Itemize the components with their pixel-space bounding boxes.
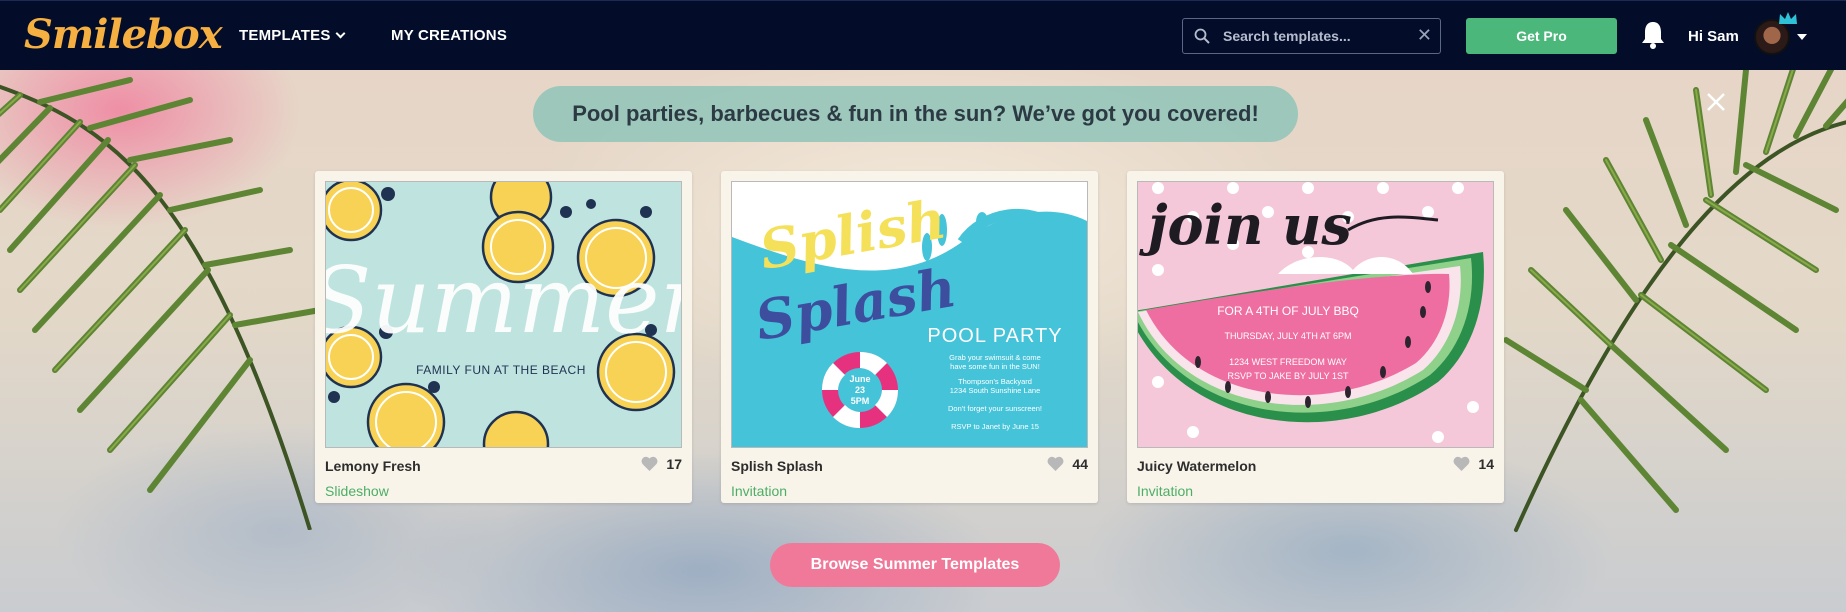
summer-hero: Pool parties, barbecues & fun in the sun…: [0, 70, 1846, 612]
template-thumbnail[interactable]: Summer FAMILY FUN AT THE BEACH: [325, 181, 682, 448]
get-pro-button[interactable]: Get Pro: [1466, 18, 1617, 54]
artwork-text: Grab your swimsuit & come: [949, 353, 1041, 362]
artwork-text: June: [849, 374, 870, 384]
bell-icon[interactable]: [1640, 20, 1666, 50]
artwork-text: have some fun in the SUN!: [950, 362, 1040, 371]
templates-menu[interactable]: TEMPLATES: [239, 27, 345, 44]
template-type: Invitation: [1137, 483, 1194, 499]
close-icon[interactable]: [1704, 90, 1728, 114]
template-card[interactable]: Summer FAMILY FUN AT THE BEACH Lemony Fr…: [315, 171, 692, 503]
palm-leaf-right: [1503, 70, 1846, 532]
search-box: ✕: [1182, 18, 1441, 54]
templates-menu-label: TEMPLATES: [239, 27, 331, 44]
palm-leaf-left: [0, 77, 323, 530]
caret-down-icon[interactable]: [1797, 34, 1807, 40]
user-greeting: Hi Sam: [1688, 28, 1739, 45]
lemon-artwork: Summer FAMILY FUN AT THE BEACH: [326, 182, 682, 447]
artwork-heading: POOL PARTY: [927, 325, 1062, 347]
my-creations-link[interactable]: MY CREATIONS: [391, 27, 507, 44]
artwork-title: join us: [1139, 193, 1352, 257]
like-count-value: 17: [666, 456, 682, 472]
artwork-text: Don't forget your sunscreen!: [948, 404, 1042, 413]
artwork-text: 23: [855, 385, 865, 395]
artwork-text: Thompson's Backyard: [958, 377, 1032, 386]
smilebox-logo[interactable]: Smilebox: [24, 11, 223, 58]
artwork-text: 5PM: [851, 396, 870, 406]
artwork-text: RSVP TO JAKE BY JULY 1ST: [1227, 371, 1349, 381]
like-count[interactable]: 44: [1047, 456, 1088, 472]
template-name: Splish Splash: [731, 458, 823, 474]
template-card[interactable]: join us FOR A 4TH OF JULY BBQ THURSDAY, …: [1127, 171, 1504, 503]
template-card[interactable]: Splish Splash June 23 5PM POOL PARTY Gra…: [721, 171, 1098, 503]
watermelon-artwork: join us FOR A 4TH OF JULY BBQ THURSDAY, …: [1138, 182, 1493, 447]
artwork-text: 1234 WEST FREEDOM WAY: [1229, 357, 1347, 367]
promo-banner: Pool parties, barbecues & fun in the sun…: [533, 86, 1298, 142]
artwork-text: RSVP to Janet by June 15: [951, 422, 1039, 431]
search-icon: [1194, 28, 1210, 44]
template-name: Juicy Watermelon: [1137, 458, 1257, 474]
close-icon[interactable]: ✕: [1417, 25, 1432, 45]
artwork-text: THURSDAY, JULY 4TH AT 6PM: [1224, 331, 1351, 341]
browse-summer-templates-button[interactable]: Browse Summer Templates: [770, 543, 1060, 587]
template-thumbnail[interactable]: join us FOR A 4TH OF JULY BBQ THURSDAY, …: [1137, 181, 1494, 448]
chevron-down-icon: [335, 28, 345, 39]
like-count[interactable]: 17: [641, 456, 682, 472]
template-thumbnail[interactable]: Splish Splash June 23 5PM POOL PARTY Gra…: [731, 181, 1088, 448]
template-name: Lemony Fresh: [325, 458, 421, 474]
heart-icon[interactable]: [1453, 456, 1470, 471]
template-type: Invitation: [731, 483, 788, 499]
artwork-subtitle: FAMILY FUN AT THE BEACH: [416, 363, 586, 377]
pool-party-artwork: Splish Splash June 23 5PM POOL PARTY Gra…: [732, 182, 1087, 447]
template-type: Slideshow: [325, 483, 389, 499]
artwork-text: 1234 South Sunshine Lane: [950, 386, 1041, 395]
top-navbar: Smilebox TEMPLATES MY CREATIONS ✕ Get Pr…: [0, 0, 1846, 70]
crown-icon: [1779, 12, 1797, 24]
artwork-text: FOR A 4TH OF JULY BBQ: [1217, 304, 1359, 318]
like-count[interactable]: 14: [1453, 456, 1494, 472]
heart-icon[interactable]: [1047, 456, 1064, 471]
search-input[interactable]: [1223, 26, 1413, 46]
heart-icon[interactable]: [641, 456, 658, 471]
artwork-title: Summer: [326, 247, 682, 354]
like-count-value: 14: [1478, 456, 1494, 472]
like-count-value: 44: [1072, 456, 1088, 472]
